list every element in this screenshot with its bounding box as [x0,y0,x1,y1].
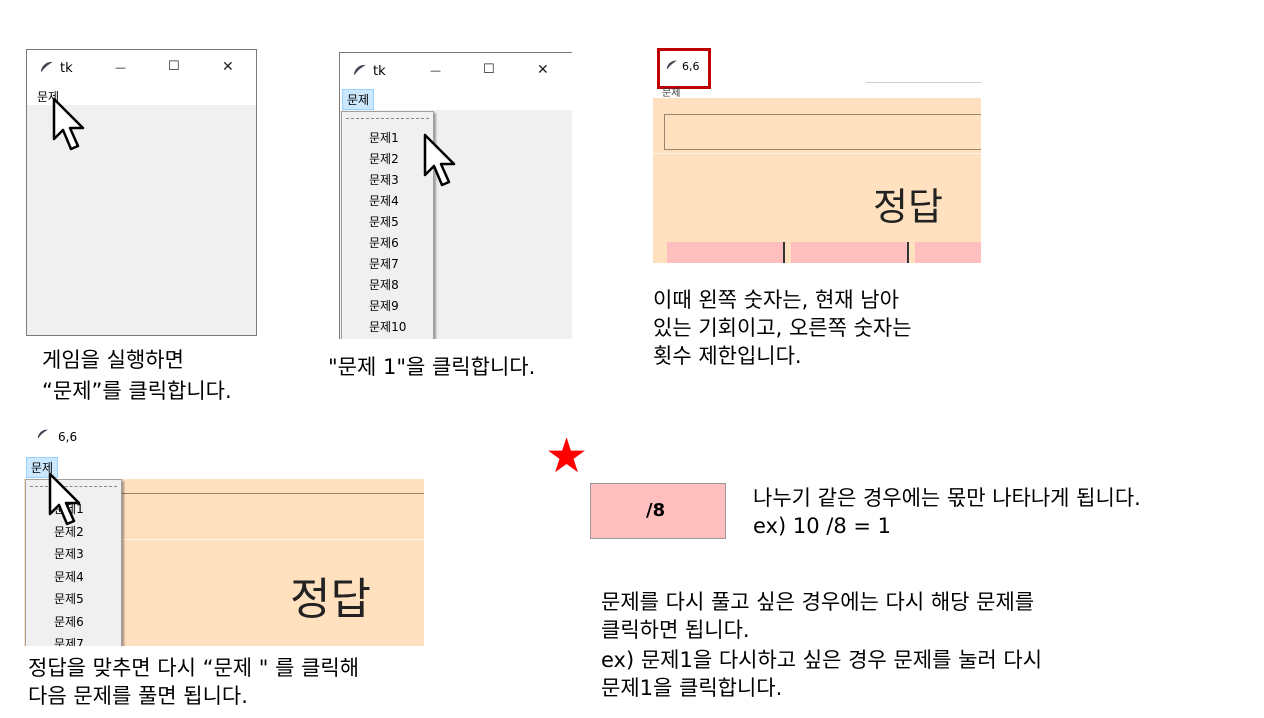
dropdown-item[interactable]: 문제3 [54,545,84,562]
dropdown-item[interactable]: 문제10 [369,318,406,335]
tearoff-line[interactable] [346,118,429,119]
panel5-text-line1: 나누기 같은 경우에는 몫만 나타나게 됩니다. [753,486,1141,510]
dropdown-item[interactable]: 문제5 [369,213,399,230]
mouse-cursor-icon [423,133,456,187]
feather-icon [349,60,369,84]
game-button[interactable] [791,242,909,263]
game-button[interactable] [915,242,981,263]
menubar: 문제 [340,89,572,110]
game-area: 정답 [653,98,981,263]
divider [653,153,981,154]
panel3-window: 6,6 문제 정답 [653,46,981,263]
dropdown-item[interactable]: 문제4 [54,568,84,585]
window-title: 6,6 [58,430,78,444]
dropdown-item[interactable]: 문제5 [54,590,84,607]
panel2-titlebar: tk — ☐ ✕ [340,53,572,89]
close-button[interactable]: ✕ [537,62,549,78]
dropdown-item[interactable]: 문제7 [369,255,399,272]
game-button[interactable] [667,242,785,263]
minimize-button[interactable]: — [115,60,126,76]
division-button-label: /8 [646,500,666,521]
mouse-cursor-icon [48,472,81,526]
divider [119,539,424,540]
mouse-cursor-icon [52,97,85,151]
answer-label: 정답 [290,574,371,625]
panel4-window: 6,6 문제 정답 문제1문제2문제3문제4문제5문제6문제7 [24,423,424,646]
panel3-caption-line2: 있는 기회이고, 오른쪽 숫자는 [653,316,912,340]
window-title: tk [373,64,386,79]
dropdown-item[interactable]: 문제8 [369,276,399,293]
panel2-window: tk — ☐ ✕ 문제 문제1 문제2 문제3 문제4 문제5 문제6 문제7 문제8 문제9 문… [339,52,572,339]
panel1-caption-line1: 게임을 실행하면 [42,348,184,372]
panel4-caption-line2: 다음 문제를 풀면 됩니다. [28,684,248,708]
feather-icon [36,57,56,81]
maximize-button[interactable]: ☐ [483,62,495,78]
answer-entry[interactable] [664,114,981,150]
panel6-line3: ex) 문제1을 다시하고 싶은 경우 문제를 눌러 다시 [601,648,1043,672]
dropdown-item[interactable]: 문제3 [369,171,399,188]
answer-label: 정답 [873,185,943,229]
dropdown-item[interactable]: 문제7 [54,635,84,646]
dropdown-item[interactable]: 문제9 [369,297,399,314]
division-button[interactable]: /8 [590,483,726,539]
panel3-caption-line1: 이때 왼쪽 숫자는, 현재 남아 [653,288,899,312]
menu-problem[interactable]: 문제 [662,84,680,99]
feather-icon [33,425,50,446]
titlebar-separator [866,82,981,83]
menu-problem[interactable]: 문제 [342,89,375,110]
panel4-caption-line1: 정답을 맞추면 다시 “문제 " 를 클릭해 [28,656,360,680]
window-title: tk [60,61,73,76]
answer-entry[interactable] [119,493,424,537]
panel1-window: tk — ☐ ✕ 문제 [26,49,257,336]
maximize-button[interactable]: ☐ [168,59,180,75]
panel6-line2: 클릭하면 됩니다. [601,618,750,642]
panel2-caption: "문제 1"을 클릭합니다. [328,355,536,379]
dropdown-item[interactable]: 문제6 [369,234,399,251]
dropdown-item[interactable]: 문제6 [54,613,84,630]
minimize-button[interactable]: — [430,63,441,79]
panel6-line1: 문제를 다시 풀고 싶은 경우에는 다시 해당 문제를 [601,590,1035,614]
panel6-line4: 문제1을 클릭합니다. [601,676,783,700]
star-icon: ★ [545,428,589,484]
close-button[interactable]: ✕ [222,59,234,75]
dropdown-item[interactable]: 문제4 [369,192,399,209]
panel1-titlebar: tk — ☐ ✕ [27,50,256,86]
panel1-caption-line2: “문제”를 클릭합니다. [42,379,232,403]
panel3-caption-line3: 횟수 제한입니다. [653,344,802,368]
title-highlight-box [657,48,711,89]
dropdown-item[interactable]: 문제1 [369,129,399,146]
problem-dropdown: 문제1 문제2 문제3 문제4 문제5 문제6 문제7 문제8 문제9 문제10 [341,111,434,339]
panel5-text-line2: ex) 10 /8 = 1 [753,514,891,538]
dropdown-item[interactable]: 문제2 [369,150,399,167]
